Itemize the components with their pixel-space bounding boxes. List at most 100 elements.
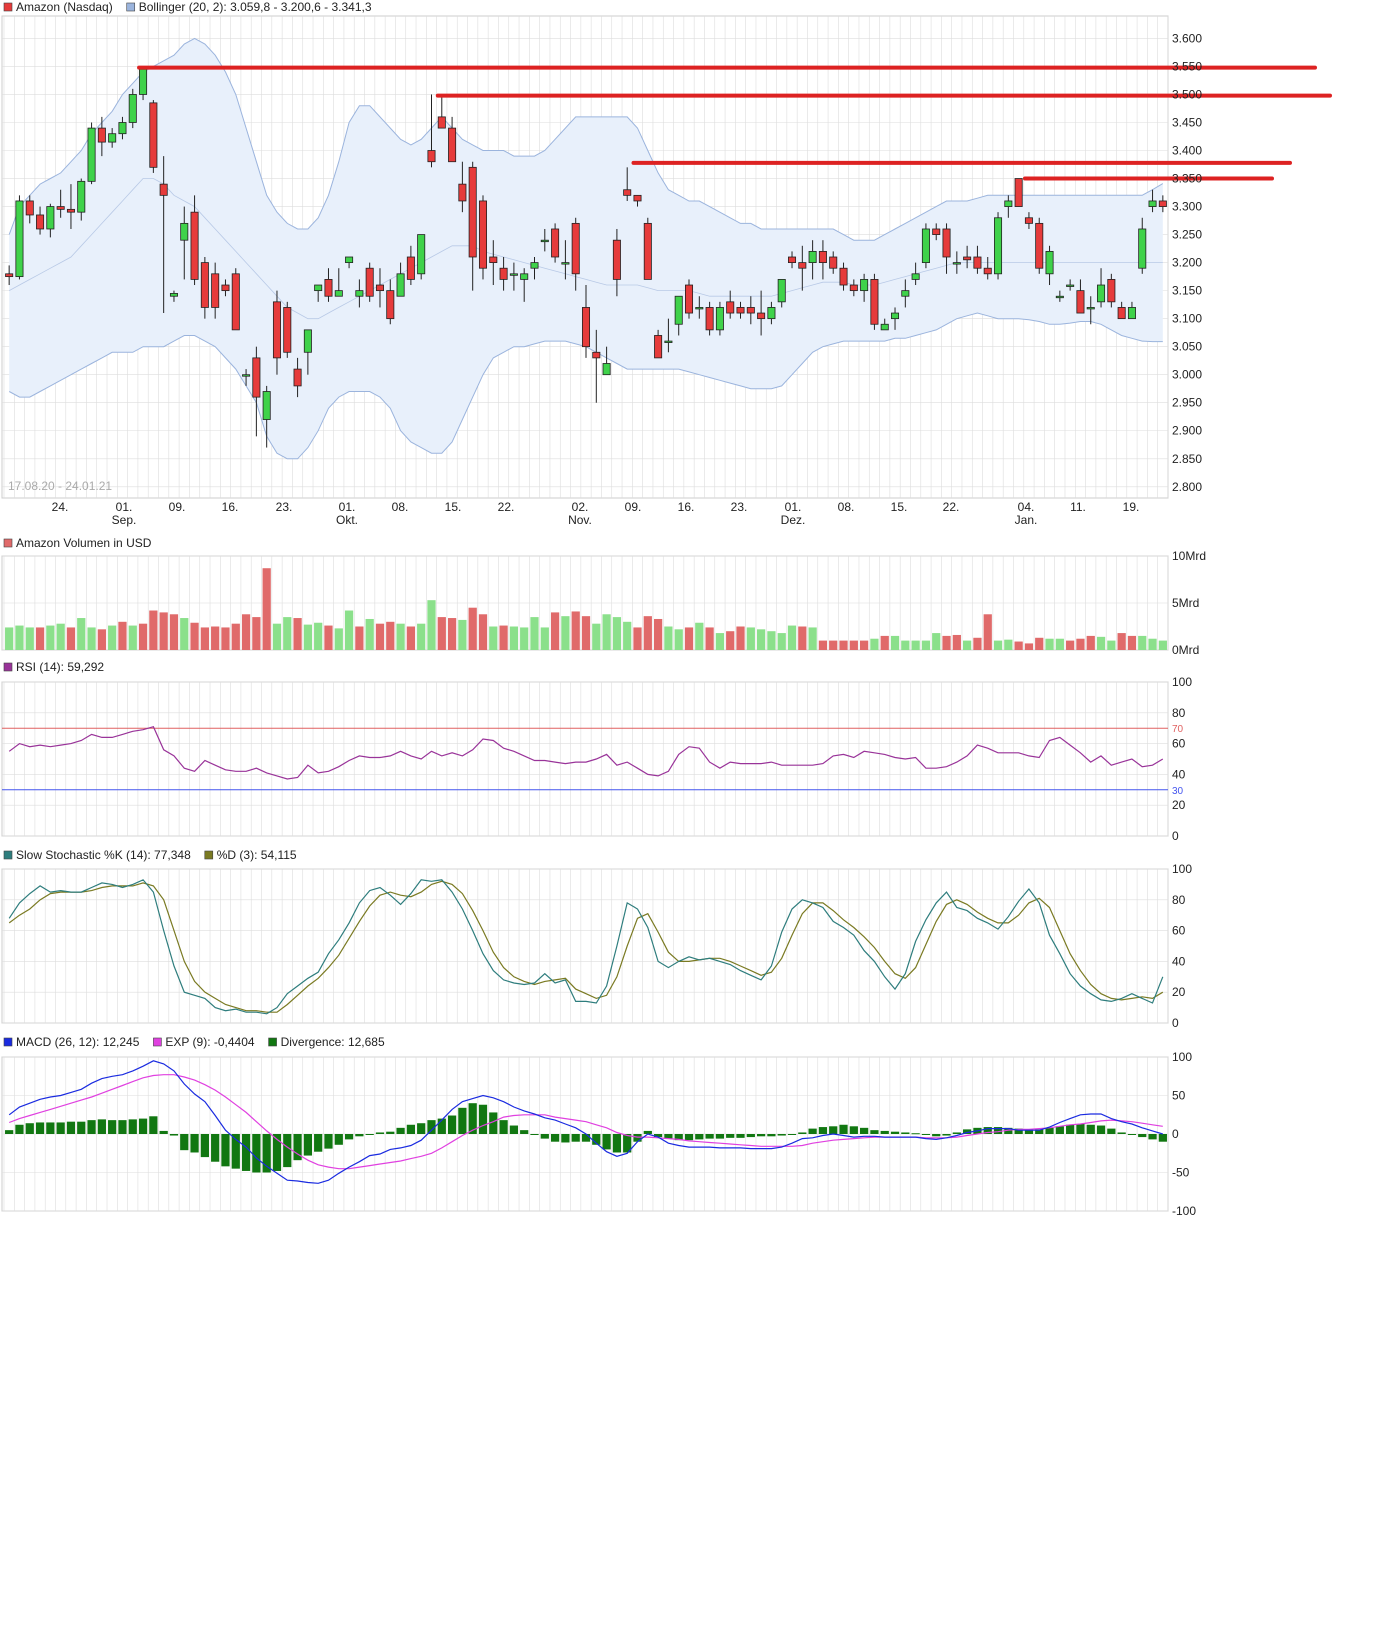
stochastic-y-tick-label: 20	[1172, 985, 1186, 999]
rsi-y-tick-label: 30	[1172, 786, 1184, 797]
candle-body	[540, 239, 549, 243]
volume-bar	[478, 614, 488, 650]
divergence-bar	[942, 1134, 951, 1136]
x-tick-label: 15.	[445, 500, 462, 514]
x-month-label: Dez.	[781, 513, 806, 527]
volume-bar	[1045, 638, 1054, 650]
divergence-bar	[890, 1131, 900, 1134]
volume-bar	[138, 623, 148, 650]
candle-body	[262, 391, 271, 420]
candle-body	[46, 206, 55, 230]
candle-body	[705, 307, 714, 331]
rsi-y-tick-label: 70	[1172, 724, 1184, 735]
volume-panel: 10Mrd 5Mrd 0Mrd	[1, 549, 1206, 657]
candle-body	[1014, 178, 1023, 207]
divergence-bar	[870, 1130, 879, 1134]
volume-bar	[952, 634, 961, 650]
price-y-tick-label: 3.300	[1172, 200, 1202, 214]
candle-body	[1076, 290, 1085, 314]
rsi-y-tick-label: 100	[1172, 675, 1192, 689]
volume-bar	[880, 635, 889, 650]
candle-body	[190, 211, 199, 280]
volume-bar	[108, 625, 117, 650]
x-tick-label: 02.	[572, 500, 589, 514]
x-tick-label: 15.	[891, 500, 908, 514]
volume-bar	[942, 635, 951, 650]
candle-body	[921, 228, 930, 264]
candle-body	[551, 228, 560, 258]
volume-bar	[417, 623, 426, 650]
candle-body	[293, 368, 302, 387]
volume-bar	[56, 623, 65, 650]
stochastic-y-tick-label: 60	[1172, 924, 1186, 938]
candle-body	[458, 183, 467, 202]
divergence-bar	[87, 1120, 96, 1134]
divergence-bar	[252, 1134, 261, 1173]
candle-body	[200, 262, 209, 308]
candle-body	[643, 222, 652, 280]
rsi-y-tick-label: 0	[1172, 829, 1179, 843]
divergence-bar	[46, 1122, 55, 1134]
volume-bar	[46, 625, 55, 650]
price-y-tick-label: 3.550	[1172, 59, 1202, 73]
price-y-tick-label: 3.400	[1172, 144, 1202, 158]
divergence-bar	[77, 1121, 86, 1134]
price-y-tick-label: 3.100	[1172, 312, 1202, 326]
candle-body	[726, 301, 735, 314]
rsi-panel: 1008070604030200	[1, 675, 1192, 843]
candle-body	[1066, 284, 1075, 287]
volume-bar	[849, 640, 858, 650]
volume-bar	[684, 627, 694, 650]
volume-y-tick-label: 5Mrd	[1172, 596, 1199, 610]
volume-bar	[118, 621, 127, 650]
divergence-bar	[138, 1118, 148, 1134]
divergence-bar	[66, 1121, 76, 1134]
volume-bar	[190, 622, 199, 650]
volume-bar	[592, 623, 601, 650]
divergence-bar	[1127, 1134, 1137, 1135]
volume-bar	[839, 640, 848, 650]
candle-body	[1004, 200, 1013, 207]
legend-swatch	[153, 1037, 162, 1047]
x-tick-label: 04.	[1018, 500, 1035, 514]
divergence-bar	[520, 1130, 529, 1134]
divergence-bar	[283, 1134, 292, 1168]
x-tick-label: 23.	[276, 500, 293, 514]
macd-y-tick-label: 50	[1172, 1089, 1186, 1103]
candle-body	[149, 102, 158, 168]
candle-body	[994, 217, 1003, 275]
volume-bar	[97, 629, 106, 650]
candle-body	[839, 267, 848, 286]
legend-label: Amazon Volumen in USD	[16, 536, 152, 550]
candle-body	[221, 284, 230, 292]
volume-bar	[324, 625, 333, 650]
divergence-bar	[798, 1132, 807, 1134]
volume-bar	[1127, 635, 1137, 650]
volume-bar	[623, 621, 632, 650]
divergence-bar	[118, 1120, 127, 1134]
legend-swatch	[204, 850, 214, 860]
divergence-bar	[839, 1124, 848, 1134]
price-y-tick-label: 3.050	[1172, 340, 1202, 354]
divergence-bar	[746, 1134, 755, 1138]
volume-bar	[798, 626, 807, 650]
candle-body	[324, 279, 333, 297]
price-panel: 3.600 3.550 3.500 3.450 3.400 3.350 3.300 3.250…	[1, 15, 1332, 499]
volume-bar	[561, 616, 570, 650]
candle-body	[623, 189, 632, 196]
candle-body	[365, 267, 374, 297]
volume-bar	[437, 617, 446, 650]
volume-bar	[365, 618, 374, 650]
divergence-bar	[612, 1134, 622, 1153]
volume-bar	[509, 626, 519, 650]
divergence-bar	[952, 1132, 961, 1134]
candle-body	[489, 256, 498, 264]
legend-label: RSI (14): 59,292	[16, 660, 104, 674]
x-tick-label: 16.	[222, 500, 239, 514]
candle-body	[314, 284, 323, 292]
volume-bar	[499, 625, 508, 650]
legend-label: EXP (9): -0,4404	[165, 1035, 254, 1049]
candle-body	[654, 335, 663, 359]
divergence-bar	[849, 1126, 858, 1134]
x-tick-label: 22.	[498, 500, 515, 514]
